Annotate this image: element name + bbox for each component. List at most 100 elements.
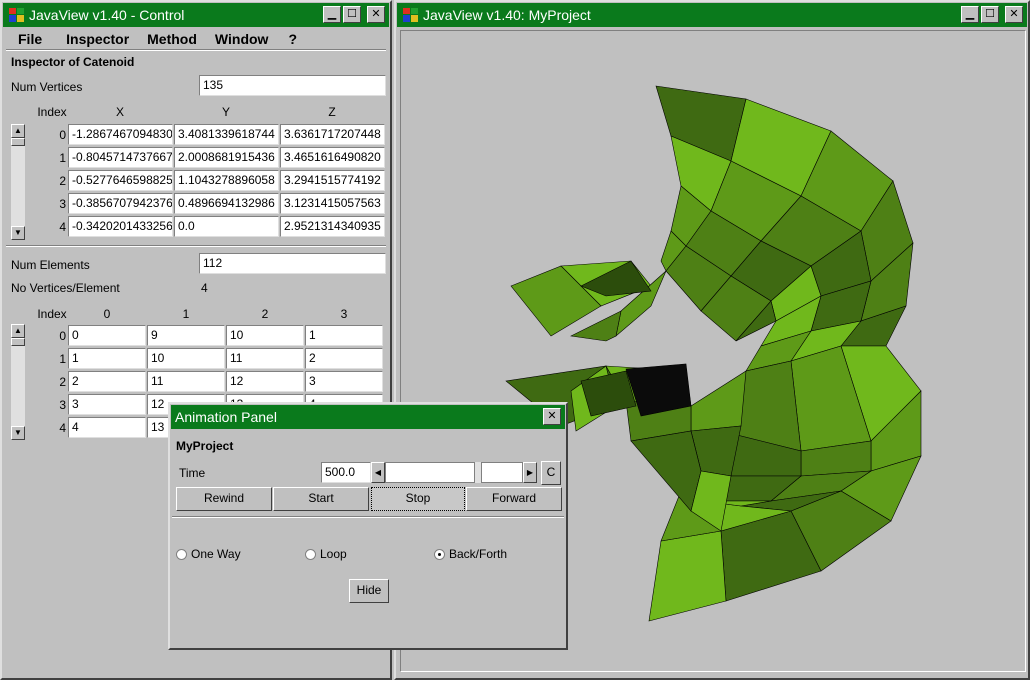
element-cell[interactable]: 11 xyxy=(226,348,304,369)
element-cell[interactable]: 4 xyxy=(68,417,146,438)
scroll-up-icon[interactable]: ▲ xyxy=(11,124,25,138)
element-header-0: 0 xyxy=(103,307,111,321)
close-icon[interactable]: ✕ xyxy=(367,6,385,23)
menu-separator xyxy=(6,49,386,51)
vertex-z-field[interactable]: 2.9521314340935 xyxy=(280,216,385,237)
c-button[interactable]: C xyxy=(541,461,561,485)
radio-icon xyxy=(176,548,187,560)
viewer-titlebar[interactable]: JavaView v1.40: MyProject ▁ ☐ ✕ xyxy=(397,3,1027,27)
control-window-title: JavaView v1.40 - Control xyxy=(29,7,185,23)
minimize-icon[interactable]: ▁ xyxy=(961,6,979,23)
element-header-3: 3 xyxy=(340,307,348,321)
vertex-header-index: Index xyxy=(37,105,67,119)
vertex-y-field[interactable]: 0.0 xyxy=(174,216,279,237)
vertex-z-field[interactable]: 3.4651616490820 xyxy=(280,147,385,168)
radio-one-way[interactable]: One Way xyxy=(176,547,241,561)
vertex-x-field[interactable]: -0.8045714737667 xyxy=(68,147,173,168)
radio-label: Back/Forth xyxy=(449,547,508,561)
vertices-per-element-label: No Vertices/Element xyxy=(11,281,120,295)
animation-panel-title: Animation Panel xyxy=(175,409,277,425)
radio-icon xyxy=(434,548,445,560)
rewind-button[interactable]: Rewind xyxy=(176,487,272,511)
element-cell[interactable]: 3 xyxy=(68,394,146,415)
element-cell[interactable]: 1 xyxy=(68,348,146,369)
panel-separator xyxy=(172,516,564,518)
element-scrollbar[interactable]: ▲ ▼ xyxy=(11,324,25,440)
viewer-window-title: JavaView v1.40: MyProject xyxy=(423,7,591,23)
vertex-x-field[interactable]: -0.5277646598825 xyxy=(68,170,173,191)
close-icon[interactable]: ✕ xyxy=(1005,6,1023,23)
close-icon[interactable]: ✕ xyxy=(543,408,561,425)
scroll-thumb[interactable] xyxy=(11,338,25,346)
row-index: 2 xyxy=(59,174,66,188)
element-cell[interactable]: 10 xyxy=(147,348,225,369)
row-index: 4 xyxy=(59,421,66,435)
row-index: 1 xyxy=(59,151,66,165)
menu-help[interactable]: ? xyxy=(280,28,305,48)
animation-titlebar[interactable]: Animation Panel ✕ xyxy=(171,405,565,429)
element-header-1: 1 xyxy=(182,307,190,321)
vertex-x-field[interactable]: -1.2867467094830 xyxy=(68,124,173,145)
forward-button[interactable]: Forward xyxy=(466,487,562,511)
menu-file[interactable]: File xyxy=(10,28,50,48)
element-cell[interactable]: 11 xyxy=(147,371,225,392)
mesh-face xyxy=(690,370,747,432)
element-cell[interactable]: 3 xyxy=(305,371,383,392)
slider-left-icon[interactable]: ◀ xyxy=(371,462,385,483)
vertex-z-field[interactable]: 3.6361717207448 xyxy=(280,124,385,145)
radio-back-forth[interactable]: Back/Forth xyxy=(434,547,507,561)
vertex-y-field[interactable]: 0.4896694132986 xyxy=(174,193,279,214)
maximize-icon[interactable]: ☐ xyxy=(343,6,361,23)
radio-loop[interactable]: Loop xyxy=(305,547,347,561)
row-index: 0 xyxy=(59,329,66,343)
section-separator xyxy=(6,245,386,247)
control-titlebar[interactable]: JavaView v1.40 - Control ▁ ☐ ✕ xyxy=(3,3,389,27)
menu-inspector[interactable]: Inspector xyxy=(58,28,137,48)
element-cell[interactable]: 2 xyxy=(68,371,146,392)
menu-method[interactable]: Method xyxy=(139,28,205,48)
radio-label: Loop xyxy=(320,547,347,561)
element-cell[interactable]: 1 xyxy=(305,325,383,346)
num-elements-field[interactable]: 112 xyxy=(199,253,386,274)
element-header-2: 2 xyxy=(261,307,269,321)
project-name: MyProject xyxy=(176,439,234,453)
vertex-z-field[interactable]: 3.2941515774192 xyxy=(280,170,385,191)
row-index: 4 xyxy=(59,220,66,234)
element-header-index: Index xyxy=(37,307,67,321)
vertex-y-field[interactable]: 3.4081339618744 xyxy=(174,124,279,145)
row-index: 2 xyxy=(59,375,66,389)
time-slider[interactable] xyxy=(385,462,523,483)
mesh-face xyxy=(648,530,727,622)
time-slider-track-right xyxy=(481,462,523,483)
vertex-y-field[interactable]: 2.0008681915436 xyxy=(174,147,279,168)
element-cell[interactable]: 2 xyxy=(305,348,383,369)
radio-label: One Way xyxy=(191,547,241,561)
vertex-x-field[interactable]: -0.3856707942376 xyxy=(68,193,173,214)
scroll-down-icon[interactable]: ▼ xyxy=(11,426,25,440)
minimize-icon[interactable]: ▁ xyxy=(323,6,341,23)
element-cell[interactable]: 12 xyxy=(226,371,304,392)
vertex-z-field[interactable]: 3.1231415057563 xyxy=(280,193,385,214)
vertex-scrollbar[interactable]: ▲ ▼ xyxy=(11,124,25,240)
time-slider-track-left xyxy=(385,462,475,483)
element-cell[interactable]: 10 xyxy=(226,325,304,346)
hide-button[interactable]: Hide xyxy=(349,579,389,603)
menu-window[interactable]: Window xyxy=(207,28,277,48)
vertex-header-x: X xyxy=(115,105,124,119)
menubar: File Inspector Method Window ? xyxy=(10,28,305,48)
element-cell[interactable]: 9 xyxy=(147,325,225,346)
scroll-thumb[interactable] xyxy=(11,138,25,146)
slider-right-icon[interactable]: ▶ xyxy=(523,462,537,483)
time-field[interactable]: 500.0 xyxy=(321,462,371,483)
vertex-x-field[interactable]: -0.3420201433256 xyxy=(68,216,173,237)
row-index: 1 xyxy=(59,352,66,366)
num-vertices-field[interactable]: 135 xyxy=(199,75,386,96)
scroll-down-icon[interactable]: ▼ xyxy=(11,226,25,240)
scroll-up-icon[interactable]: ▲ xyxy=(11,324,25,338)
vertex-y-field[interactable]: 1.1043278896058 xyxy=(174,170,279,191)
start-button[interactable]: Start xyxy=(273,487,369,511)
animation-panel: Animation Panel ✕ MyProject Time 500.0 ◀… xyxy=(168,402,568,650)
element-cell[interactable]: 0 xyxy=(68,325,146,346)
stop-button[interactable]: Stop xyxy=(371,487,465,511)
maximize-icon[interactable]: ☐ xyxy=(981,6,999,23)
